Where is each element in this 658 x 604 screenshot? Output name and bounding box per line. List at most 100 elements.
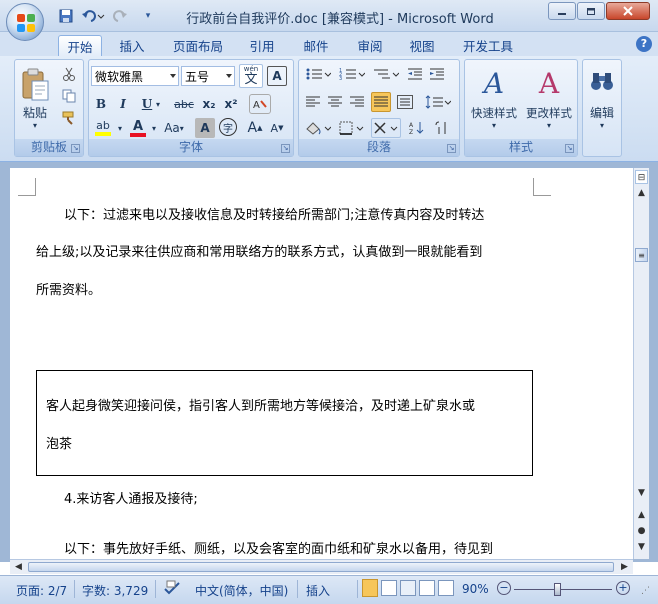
tab-page-layout[interactable]: 页面布局	[166, 35, 230, 56]
language[interactable]: 中文(简体，中国)	[195, 582, 288, 599]
numbering-button[interactable]: 123	[337, 64, 367, 84]
scroll-thumb[interactable]: ≡	[635, 248, 648, 262]
distributed-button[interactable]	[395, 92, 415, 112]
copy-button[interactable]	[59, 86, 79, 106]
undo-icon[interactable]	[79, 6, 107, 26]
font-name-combo[interactable]: 微软雅黑	[91, 66, 179, 86]
line-spacing-button[interactable]	[423, 92, 453, 112]
highlight-button[interactable]: ab	[91, 118, 115, 138]
font-launcher[interactable]: ↘	[281, 144, 290, 153]
italic-button[interactable]: I	[113, 94, 133, 114]
page-count[interactable]: 页面: 2/7	[16, 582, 67, 599]
horizontal-scroll-thumb[interactable]	[28, 562, 614, 572]
clipboard-launcher[interactable]: ↘	[71, 144, 80, 153]
clear-formatting-button[interactable]: A	[249, 94, 271, 114]
tab-review[interactable]: 审阅	[350, 35, 390, 56]
editing-group: 编辑 ▾	[582, 59, 622, 157]
ruler-toggle-icon[interactable]: ⊟	[635, 170, 648, 184]
proofing-icon[interactable]	[163, 580, 181, 599]
subscript-button[interactable]: x₂	[199, 94, 219, 114]
save-icon[interactable]	[56, 6, 76, 26]
tab-home[interactable]: 开始	[58, 35, 102, 56]
align-left-button[interactable]	[303, 92, 323, 112]
multilevel-list-button[interactable]	[371, 64, 401, 84]
shading-button[interactable]	[303, 118, 333, 138]
full-screen-reading-icon[interactable]	[381, 580, 397, 596]
outline-view-icon[interactable]	[419, 580, 435, 596]
tab-insert[interactable]: 插入	[112, 35, 152, 56]
superscript-button[interactable]: x²	[221, 94, 241, 114]
align-center-button[interactable]	[325, 92, 345, 112]
restore-icon	[587, 8, 595, 15]
format-painter-button[interactable]	[59, 108, 79, 128]
zoom-slider-track[interactable]	[514, 589, 612, 590]
print-layout-view-icon[interactable]	[362, 579, 378, 597]
insert-mode[interactable]: 插入	[306, 582, 330, 599]
paragraph-1-line-2: 给上级;以及记录来往供应商和常用联络方的联系方式，认真做到一眼就能看到	[36, 245, 483, 260]
font-color-button[interactable]: A	[127, 118, 149, 138]
line-spacing-icon	[425, 95, 451, 109]
highlight-dropdown-icon[interactable]: ▾	[115, 118, 125, 138]
zoom-slider-thumb[interactable]	[554, 583, 561, 596]
help-icon[interactable]: ?	[636, 36, 652, 52]
tab-mailings[interactable]: 邮件	[296, 35, 336, 56]
scroll-up-icon[interactable]: ▲	[635, 186, 648, 200]
paste-button[interactable]: 粘贴 ▾	[17, 62, 53, 136]
font-size-combo[interactable]: 五号	[181, 66, 235, 86]
decrease-indent-button[interactable]	[405, 64, 425, 84]
bold-button[interactable]: B	[91, 94, 111, 114]
align-right-button[interactable]	[347, 92, 367, 112]
font-color-dropdown-icon[interactable]: ▾	[149, 118, 159, 138]
quick-styles-button[interactable]: A 快速样式 ▾	[467, 62, 521, 136]
paragraph-launcher[interactable]: ↘	[447, 144, 456, 153]
select-browse-object-icon[interactable]: ●	[635, 524, 648, 538]
character-border-button[interactable]: A	[267, 66, 287, 86]
bullets-button[interactable]	[303, 64, 333, 84]
word-count[interactable]: 字数: 3,729	[82, 582, 148, 599]
draft-view-icon[interactable]	[438, 580, 454, 596]
zoom-in-icon[interactable]: +	[616, 581, 630, 595]
vertical-scrollbar[interactable]: ⊟ ▲ ≡ ▼ ▲ ● ▼	[633, 168, 649, 559]
shrink-font-button[interactable]: A ▼	[267, 118, 287, 138]
change-styles-icon: A	[538, 66, 560, 100]
enclose-characters-button[interactable]: 字	[219, 118, 237, 136]
chinese-layout-button[interactable]	[371, 118, 401, 138]
office-button[interactable]	[6, 3, 44, 41]
styles-launcher[interactable]: ↘	[565, 144, 574, 153]
close-button[interactable]	[606, 2, 650, 20]
character-shading-button[interactable]: A	[195, 118, 215, 138]
phonetic-guide-button[interactable]: wén 文	[239, 64, 263, 88]
strikethrough-button[interactable]: abc	[171, 94, 197, 114]
character-shading-char: A	[200, 121, 210, 135]
grow-font-button[interactable]: A ▲	[245, 118, 265, 138]
justify-button[interactable]	[371, 92, 391, 112]
horizontal-scrollbar[interactable]: ◀ ▶	[10, 559, 633, 574]
text-box[interactable]: 客人起身微笑迎接问侯，指引客人到所需地方等候接洽，及时递上矿泉水或 泡茶	[36, 370, 533, 476]
editing-button[interactable]: 编辑 ▾	[584, 62, 620, 136]
underline-dropdown-icon[interactable]: ▾	[153, 94, 163, 114]
web-layout-icon[interactable]	[400, 580, 416, 596]
scroll-right-icon[interactable]: ▶	[618, 560, 631, 574]
sort-button[interactable]: AZ	[407, 118, 427, 138]
resize-grip-icon[interactable]: ⋰	[641, 586, 650, 596]
increase-indent-button[interactable]	[427, 64, 447, 84]
restore-button[interactable]	[577, 2, 605, 20]
scroll-left-icon[interactable]: ◀	[12, 560, 25, 574]
change-case-button[interactable]: Aa ▾	[161, 118, 187, 138]
document-page[interactable]: 以下：过滤来电以及接收信息及时转接给所需部门;注意传真内容及时转达 给上级;以及…	[10, 168, 633, 559]
minimize-button[interactable]	[548, 2, 576, 20]
tab-developer[interactable]: 开发工具	[456, 35, 520, 56]
zoom-out-icon[interactable]: −	[497, 581, 511, 595]
scroll-down-icon[interactable]: ▼	[635, 486, 648, 500]
zoom-level[interactable]: 90%	[462, 582, 489, 596]
cut-button[interactable]	[59, 64, 79, 84]
previous-page-icon[interactable]: ▲	[635, 508, 648, 522]
change-styles-button[interactable]: A 更改样式 ▾	[521, 62, 577, 136]
tab-references[interactable]: 引用	[242, 35, 282, 56]
redo-icon[interactable]	[110, 6, 138, 26]
binoculars-icon	[591, 73, 613, 90]
show-marks-button[interactable]	[431, 118, 451, 138]
borders-button[interactable]	[337, 118, 367, 138]
next-page-icon[interactable]: ▼	[635, 540, 648, 554]
tab-view[interactable]: 视图	[402, 35, 442, 56]
